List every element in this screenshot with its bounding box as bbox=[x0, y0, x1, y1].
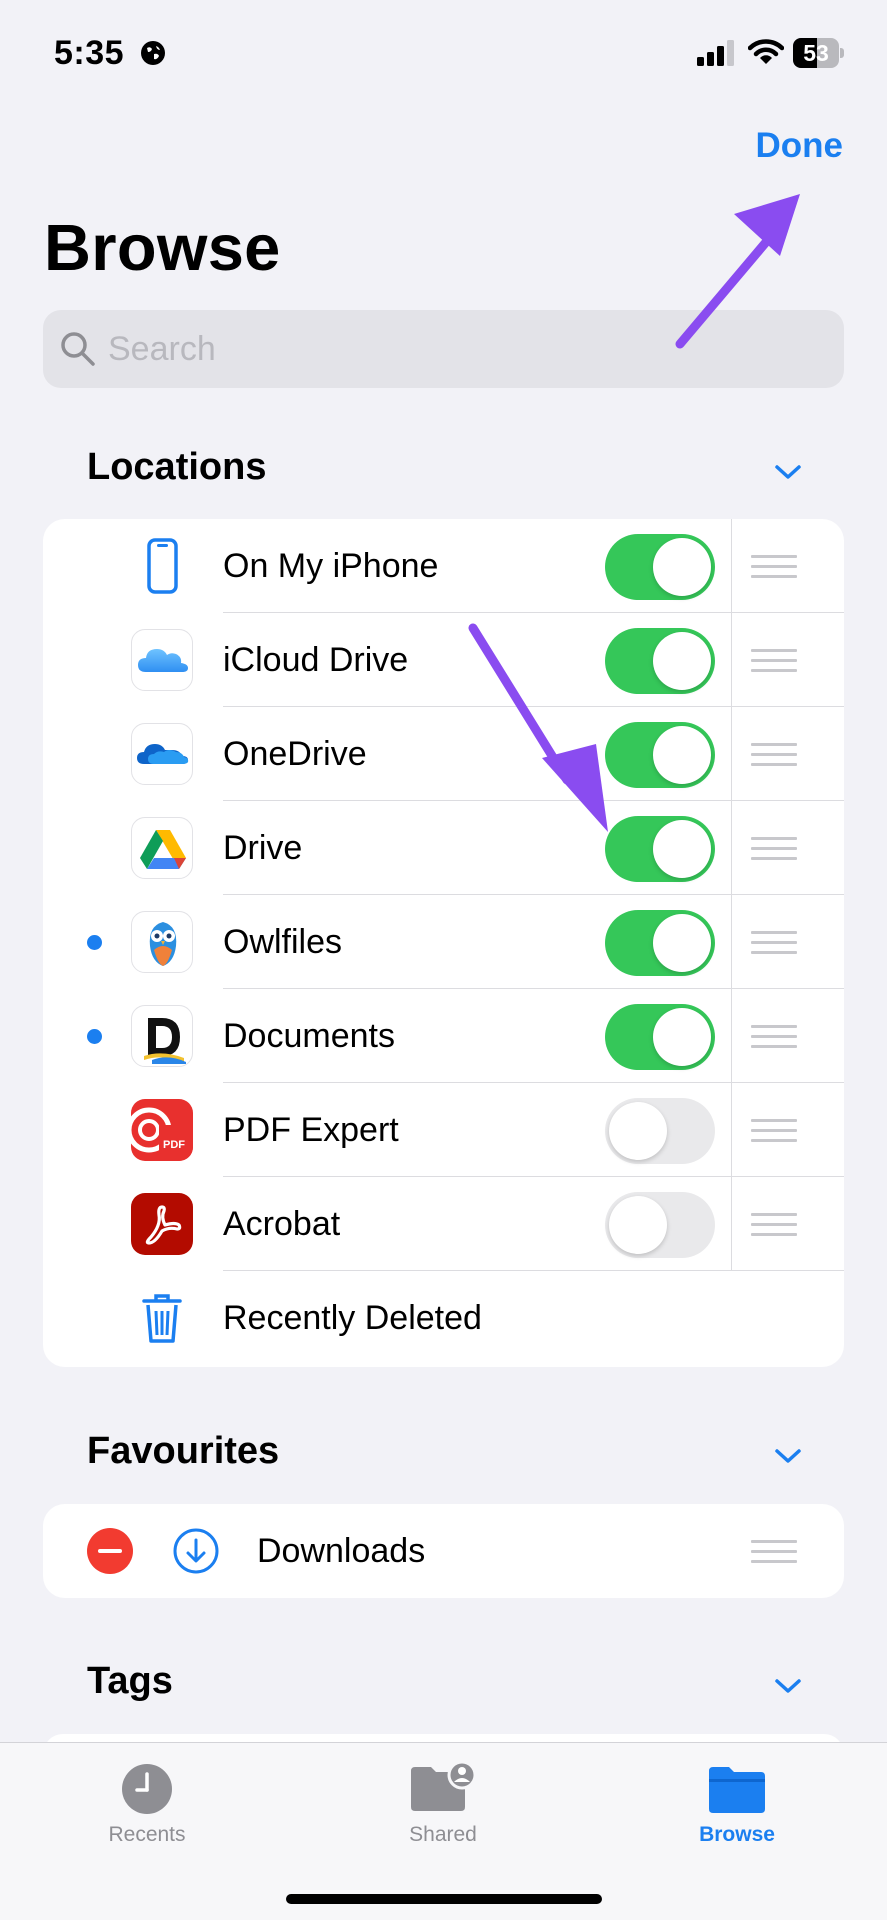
acrobat-icon bbox=[131, 1193, 193, 1255]
clock-icon bbox=[122, 1764, 172, 1814]
page-title: Browse bbox=[44, 211, 281, 284]
favourite-label: Downloads bbox=[257, 1532, 426, 1570]
new-indicator-dot bbox=[87, 1029, 102, 1044]
location-row-recently-deleted[interactable]: Recently Deleted bbox=[43, 1271, 844, 1365]
tab-browse[interactable]: Browse bbox=[637, 1743, 837, 1863]
tab-label: Recents bbox=[108, 1823, 186, 1846]
locations-collapse-chevron-icon[interactable] bbox=[773, 462, 803, 482]
documents-icon bbox=[131, 1005, 193, 1067]
section-header-locations: Locations bbox=[87, 446, 267, 488]
toggle-onedrive[interactable] bbox=[605, 722, 715, 788]
folder-icon bbox=[709, 1767, 765, 1813]
shared-folder-icon bbox=[411, 1761, 477, 1811]
toggle-drive[interactable] bbox=[605, 816, 715, 882]
location-label: Recently Deleted bbox=[223, 1299, 482, 1337]
favourites-collapse-chevron-icon[interactable] bbox=[773, 1446, 803, 1466]
onedrive-icon bbox=[131, 723, 193, 785]
location-label: Drive bbox=[223, 829, 303, 867]
reorder-handle-icon[interactable] bbox=[751, 1213, 797, 1237]
location-label: iCloud Drive bbox=[223, 641, 409, 679]
favourite-row-downloads[interactable]: Downloads bbox=[43, 1504, 844, 1598]
remove-favourite-icon[interactable] bbox=[87, 1528, 133, 1574]
google-drive-icon bbox=[131, 817, 193, 879]
toggle-pdf-expert[interactable] bbox=[605, 1098, 715, 1164]
reorder-handle-icon[interactable] bbox=[751, 649, 797, 673]
status-time: 5:35 bbox=[54, 34, 125, 72]
location-row-icloud-drive[interactable]: iCloud Drive bbox=[43, 613, 844, 707]
pdf-expert-icon: PDF bbox=[131, 1099, 193, 1161]
tab-label: Browse bbox=[699, 1823, 775, 1846]
reorder-handle-icon[interactable] bbox=[751, 1119, 797, 1143]
toggle-icloud-drive[interactable] bbox=[605, 628, 715, 694]
wifi-icon bbox=[748, 39, 784, 64]
location-row-drive[interactable]: Drive bbox=[43, 801, 844, 895]
reorder-handle-icon[interactable] bbox=[751, 1540, 797, 1564]
reorder-handle-icon[interactable] bbox=[751, 743, 797, 767]
iphone-icon bbox=[147, 538, 178, 594]
search-icon bbox=[61, 332, 95, 366]
location-row-acrobat[interactable]: Acrobat bbox=[43, 1177, 844, 1271]
location-row-on-my-iphone[interactable]: On My iPhone bbox=[43, 519, 844, 613]
location-row-pdf-expert[interactable]: PDF PDF Expert bbox=[43, 1083, 844, 1177]
location-row-documents[interactable]: Documents bbox=[43, 989, 844, 1083]
download-icon bbox=[173, 1528, 219, 1574]
cellular-signal-icon bbox=[697, 40, 734, 66]
toggle-on-my-iphone[interactable] bbox=[605, 534, 715, 600]
location-label: OneDrive bbox=[223, 735, 367, 773]
tab-shared[interactable]: Shared bbox=[343, 1743, 543, 1863]
reorder-handle-icon[interactable] bbox=[751, 931, 797, 955]
location-row-onedrive[interactable]: OneDrive bbox=[43, 707, 844, 801]
toggle-acrobat[interactable] bbox=[605, 1192, 715, 1258]
reorder-handle-icon[interactable] bbox=[751, 837, 797, 861]
pdf-badge-text: PDF bbox=[163, 1139, 185, 1151]
toggle-documents[interactable] bbox=[605, 1004, 715, 1070]
favourites-list: Downloads bbox=[43, 1504, 844, 1598]
search-input[interactable] bbox=[108, 310, 828, 388]
tab-recents[interactable]: Recents bbox=[47, 1743, 247, 1863]
owlfiles-icon bbox=[131, 911, 193, 973]
battery-level: 53 bbox=[803, 40, 829, 66]
done-button[interactable]: Done bbox=[756, 126, 844, 166]
reorder-handle-icon[interactable] bbox=[751, 1025, 797, 1049]
tags-collapse-chevron-icon[interactable] bbox=[773, 1676, 803, 1696]
toggle-owlfiles[interactable] bbox=[605, 910, 715, 976]
tab-label: Shared bbox=[409, 1823, 477, 1846]
battery-icon: 53 bbox=[793, 38, 844, 68]
search-bar[interactable] bbox=[43, 310, 844, 388]
new-indicator-dot bbox=[87, 935, 102, 950]
location-label: Acrobat bbox=[223, 1205, 341, 1243]
location-label: PDF Expert bbox=[223, 1111, 399, 1149]
locations-list: On My iPhone iCloud Drive OneDrive Drive… bbox=[43, 519, 844, 1367]
trash-icon bbox=[142, 1294, 182, 1343]
location-label: Owlfiles bbox=[223, 923, 343, 961]
section-header-tags: Tags bbox=[87, 1660, 173, 1702]
location-label: Documents bbox=[223, 1017, 395, 1055]
location-label: On My iPhone bbox=[223, 547, 439, 585]
globe-icon bbox=[141, 41, 165, 65]
section-header-favourites: Favourites bbox=[87, 1430, 280, 1472]
reorder-handle-icon[interactable] bbox=[751, 555, 797, 579]
location-row-owlfiles[interactable]: Owlfiles bbox=[43, 895, 844, 989]
status-bar: 5:35 53 bbox=[0, 0, 887, 110]
icloud-icon bbox=[131, 629, 193, 691]
home-indicator bbox=[286, 1894, 602, 1904]
